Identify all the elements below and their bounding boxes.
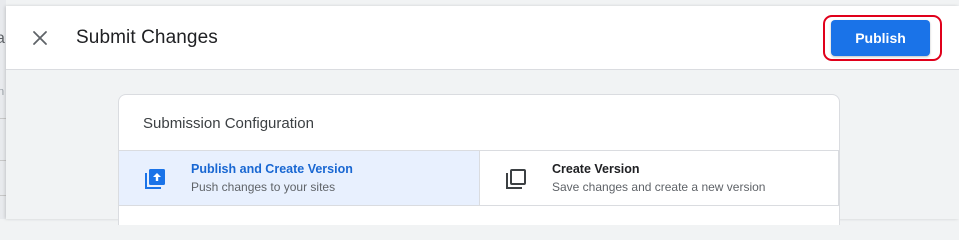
background-text: n [0, 86, 5, 98]
close-icon [33, 31, 47, 45]
option-create-version[interactable]: Create Version Save changes and create a… [479, 151, 839, 205]
option-label: Create Version [552, 162, 640, 176]
option-description: Push changes to your sites [191, 180, 336, 194]
panel-header: Submit Changes Publish [6, 6, 959, 70]
card-title: Submission Configuration [143, 115, 314, 132]
option-description: Save changes and create a new version [552, 180, 766, 194]
close-button[interactable] [26, 24, 54, 52]
option-publish-and-create-version[interactable]: Publish and Create Version Push changes … [119, 151, 479, 205]
copy-version-icon [506, 169, 526, 189]
submit-changes-panel: Submit Changes Publish Submission Config… [6, 6, 959, 225]
submission-configuration-card: Submission Configuration Publish and Cre… [118, 94, 840, 225]
publish-button[interactable]: Publish [831, 20, 930, 56]
publish-version-icon [145, 169, 165, 189]
page-title: Submit Changes [76, 27, 218, 48]
option-label: Publish and Create Version [191, 162, 353, 176]
background-text: a [0, 30, 5, 47]
submission-options: Publish and Create Version Push changes … [119, 150, 839, 206]
